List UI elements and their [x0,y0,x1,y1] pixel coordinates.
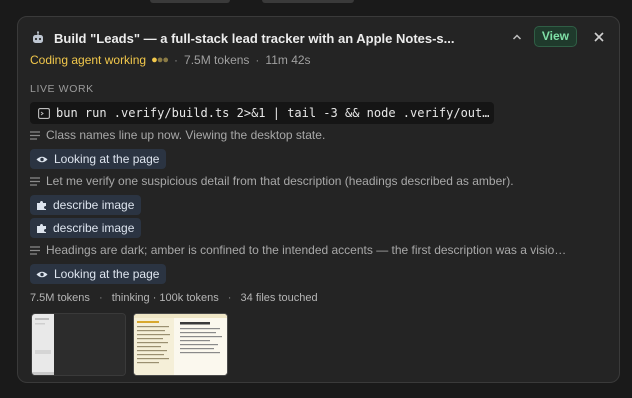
lines-icon [30,130,40,140]
window-top-strip [0,0,632,6]
screenshot-thumbnail[interactable] [133,313,228,376]
top-fragment [262,0,354,3]
separator: · [255,53,260,67]
lines-icon [30,176,40,186]
view-button[interactable]: View [533,26,577,47]
collapse-chevron-icon[interactable] [511,30,525,44]
puzzle-icon [36,223,47,234]
step-chip-label: describe image [53,221,135,235]
step-note-text: Headings are dark; amber is confined to … [46,243,567,257]
live-work-heading: LIVE WORK [30,83,94,95]
screenshot-thumbnail[interactable] [31,313,126,376]
agent-status: Coding agent working [30,53,147,67]
step-chip-label: Looking at the page [54,152,160,166]
step-note: Class names line up now. Viewing the des… [30,128,605,142]
eye-icon [36,270,48,279]
step-note-text: Let me verify one suspicious detail from… [46,174,514,188]
step-chip-looking[interactable]: Looking at the page [30,149,167,169]
robot-icon [30,30,46,46]
eye-icon [36,155,48,164]
lines-icon [30,245,40,255]
step-chip-describe-image[interactable]: describe image [30,195,142,215]
close-icon[interactable] [593,30,607,44]
footer-thinking: thinking · 100k tokens [111,292,219,304]
step-chip-label: Looking at the page [54,267,160,281]
separator: · [98,292,103,304]
task-header: Build "Leads" — a full-stack lead tracke… [30,26,607,48]
step-note: Headings are dark; amber is confined to … [30,243,605,257]
footer-files: 34 files touched [240,292,318,304]
command-line: bun run .verify/build.ts 2>&1 | tail -3 … [30,102,494,124]
puzzle-icon [36,200,47,211]
step-chip-looking[interactable]: Looking at the page [30,264,167,284]
separator: · [174,53,179,67]
footer-tokens: 7.5M tokens [30,292,90,304]
footer-stats: 7.5M tokens · thinking · 100k tokens · 3… [30,292,318,304]
task-card: Build "Leads" — a full-stack lead tracke… [17,16,620,383]
token-count: 7.5M tokens [184,53,250,67]
step-chip-label: describe image [53,198,135,212]
step-note-text: Class names line up now. Viewing the des… [46,128,326,142]
task-title: Build "Leads" — a full-stack lead tracke… [54,30,455,46]
elapsed-time: 11m 42s [265,53,311,67]
status-line: Coding agent working ●●● · 7.5M tokens ·… [30,53,311,67]
command-text: bun run .verify/build.ts 2>&1 | tail -3 … [56,106,490,120]
step-chip-describe-image[interactable]: describe image [30,218,142,238]
terminal-icon [38,107,50,119]
working-dots-icon: ●●● [151,54,169,66]
step-note: Let me verify one suspicious detail from… [30,174,605,188]
top-fragment [150,0,230,3]
separator: · [227,292,232,304]
